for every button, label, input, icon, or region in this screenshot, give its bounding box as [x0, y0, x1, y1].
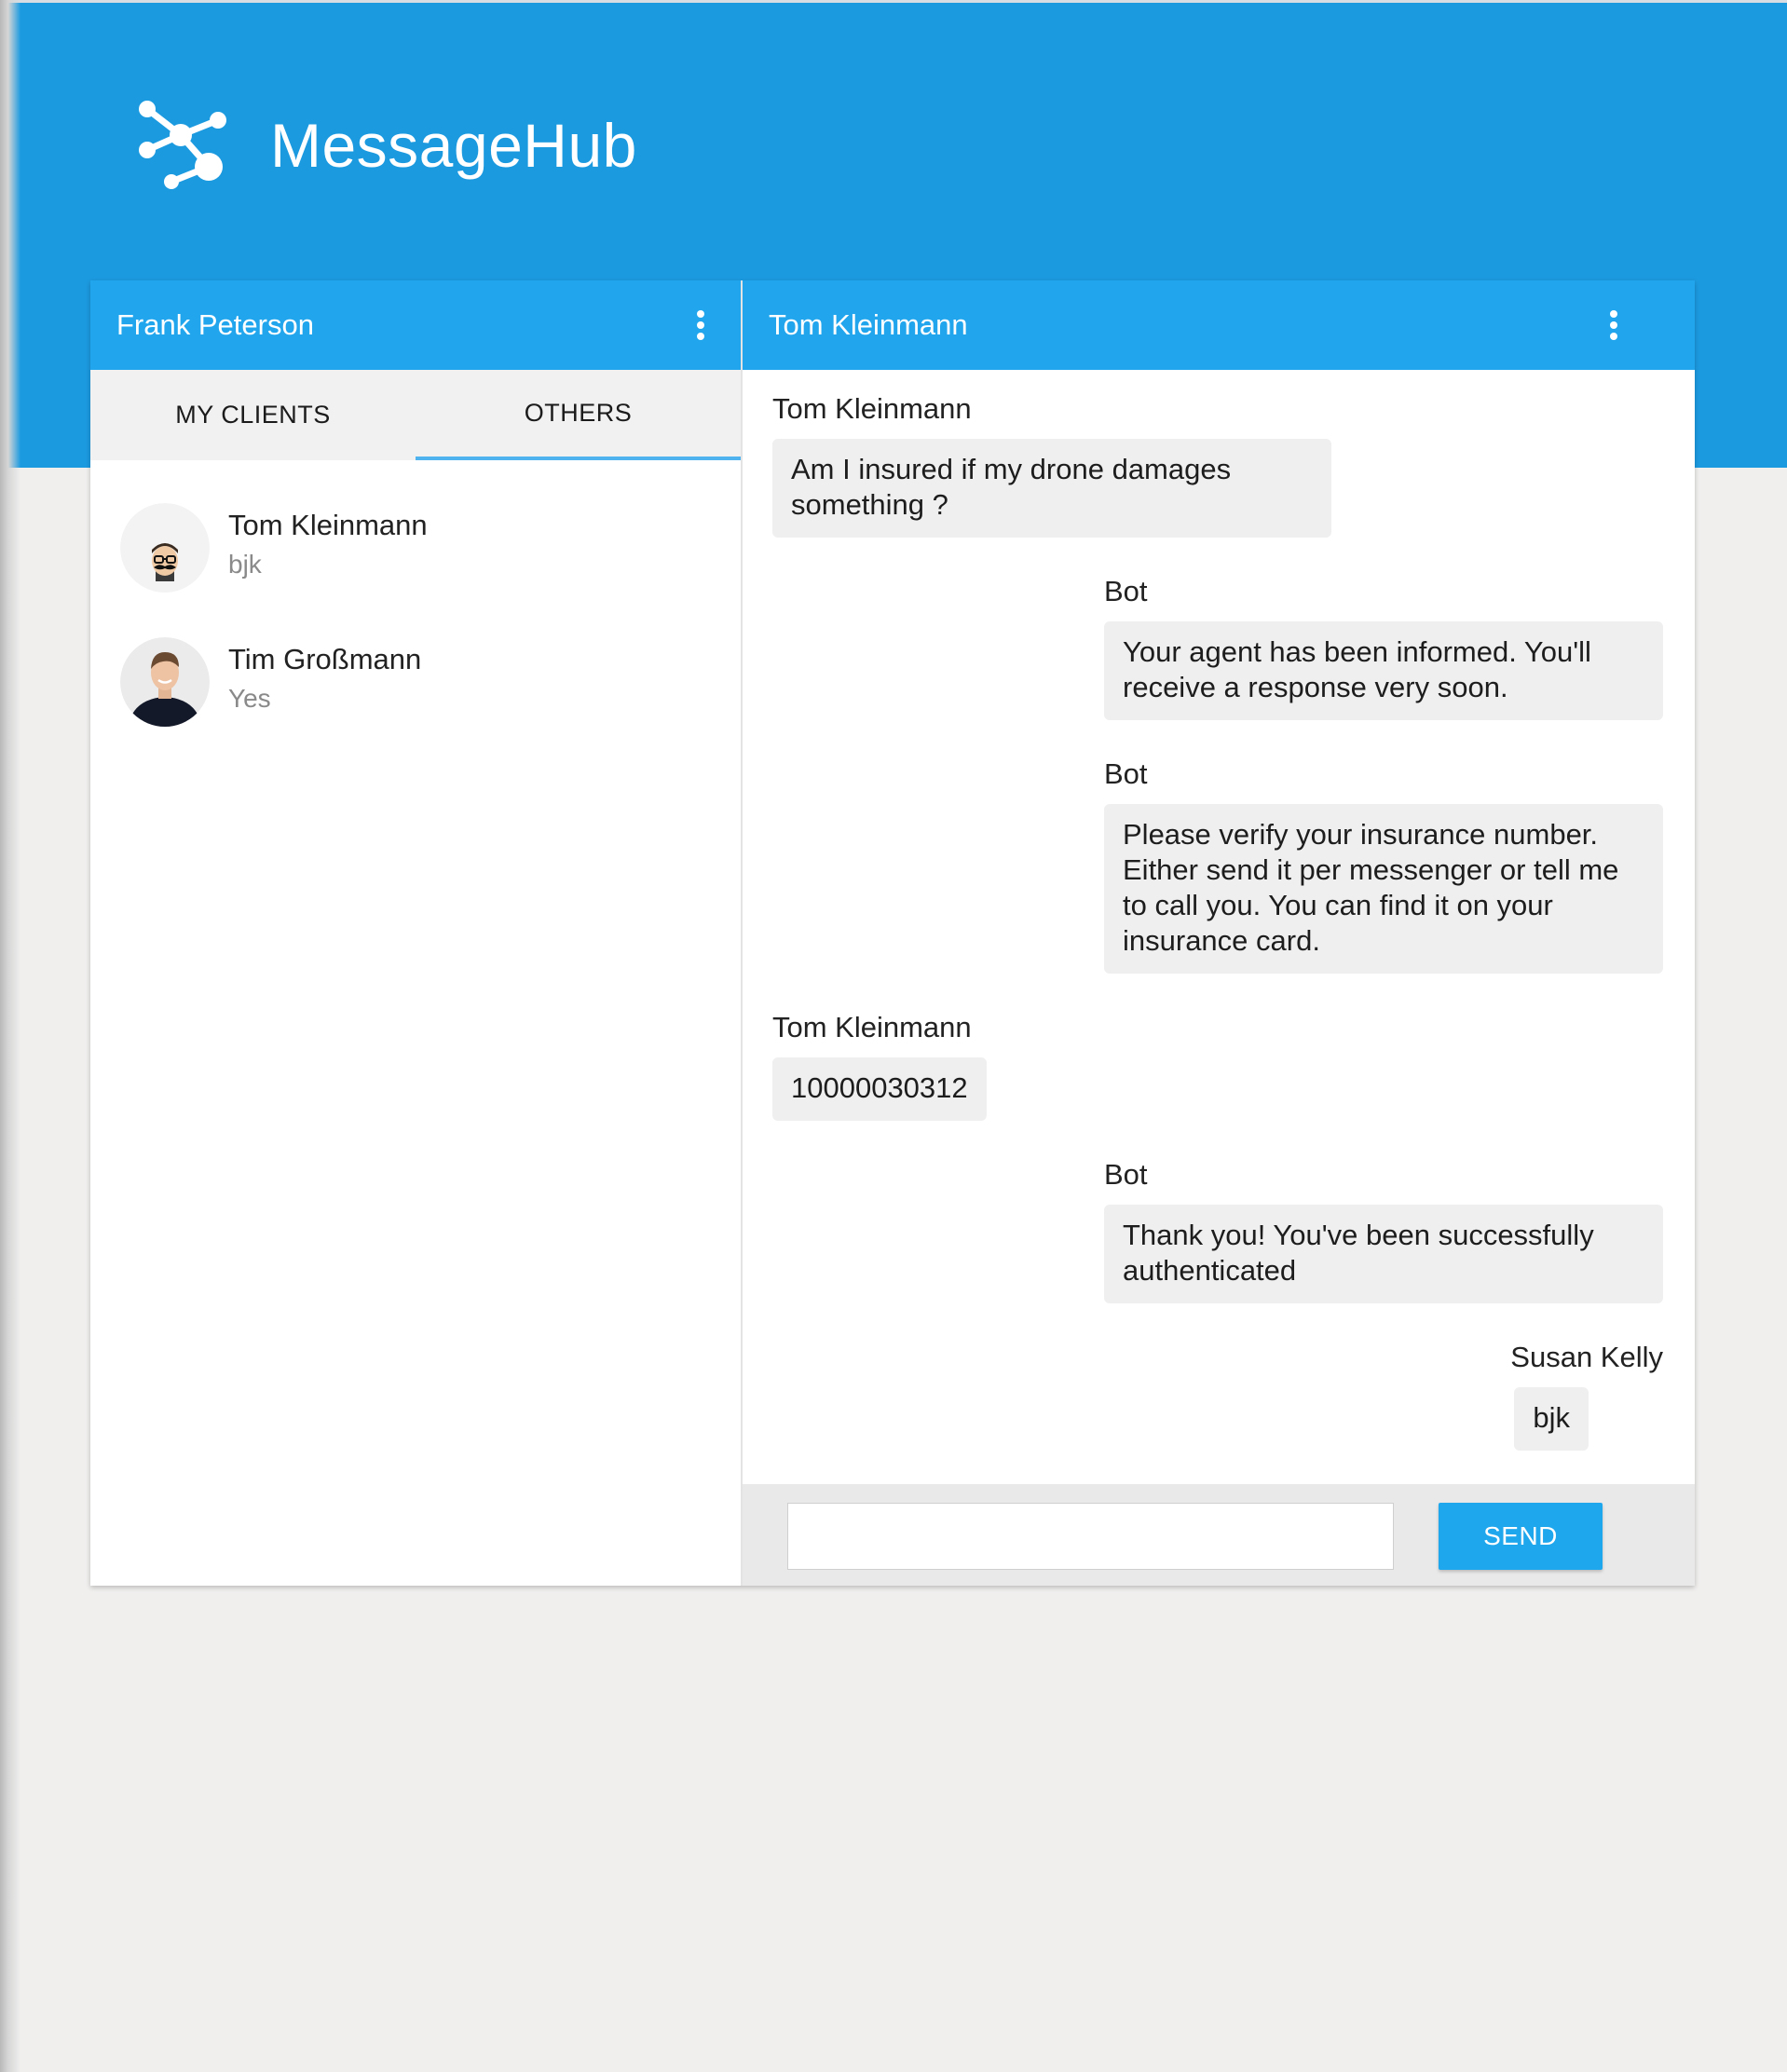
window-edge-shadow [0, 0, 20, 2072]
message-line: authenticated [1123, 1254, 1297, 1287]
message-line: Am I insured if my drone damages [791, 453, 1232, 485]
more-vert-icon[interactable] [1600, 307, 1628, 344]
client-name: Tom Kleinmann [228, 509, 428, 541]
message-line: 10000030312 [791, 1071, 968, 1104]
message-sender: Susan Kelly [1510, 1341, 1663, 1373]
message-line: Thank you! You've been successfully [1123, 1219, 1594, 1251]
message-sender: Bot [1104, 575, 1148, 607]
message: Bot Please verify your insurance number.… [1104, 756, 1663, 974]
client-last-message: Yes [228, 684, 271, 713]
message-input[interactable] [787, 1503, 1394, 1570]
avatar-mustache-icon [120, 503, 210, 593]
more-vert-icon[interactable] [687, 307, 715, 344]
message-sender: Bot [1104, 757, 1148, 790]
message-sender: Bot [1104, 1158, 1148, 1191]
chat-messages: Tom Kleinmann Am I insured if my drone d… [743, 370, 1695, 1484]
message: Bot Your agent has been informed. You'll… [1104, 573, 1663, 720]
message-bubble: Thank you! You've been successfully auth… [1104, 1205, 1663, 1303]
client-item-tim-grossmann[interactable]: Tim Großmann Yes [90, 637, 741, 771]
message-bubble: Your agent has been informed. You'll rec… [1104, 621, 1663, 720]
network-share-icon [139, 101, 226, 189]
message-sender: Tom Kleinmann [772, 1011, 972, 1043]
client-text: Tim Großmann Yes [228, 637, 421, 717]
agent-name: Frank Peterson [116, 308, 314, 341]
message-composer: SEND [743, 1484, 1695, 1586]
message: Tom Kleinmann Am I insured if my drone d… [772, 390, 1331, 538]
tab-my-clients[interactable]: MY CLIENTS [90, 370, 416, 460]
clients-pane: Frank Peterson MY CLIENTS OTHERS Tom Kle… [90, 280, 743, 1586]
app-title: MessageHub [270, 111, 637, 180]
chat-header: Tom Kleinmann [743, 280, 1695, 370]
message-sender: Tom Kleinmann [772, 392, 972, 425]
client-last-message: bjk [228, 550, 262, 579]
message-bubble: 10000030312 [772, 1057, 987, 1121]
message-line: something ? [791, 488, 948, 521]
message-bubble: Am I insured if my drone damages somethi… [772, 439, 1331, 538]
send-button[interactable]: SEND [1439, 1503, 1603, 1570]
client-name: Tim Großmann [228, 643, 422, 675]
message-bubble: Please verify your insurance number. Eit… [1104, 804, 1663, 974]
message-line: Your agent has been informed. You'll [1123, 635, 1591, 668]
message-line: Either send it per messenger or tell me [1123, 853, 1619, 886]
message-line: to call you. You can find it on your [1123, 889, 1553, 921]
message: Bot Thank you! You've been successfully … [1104, 1156, 1663, 1303]
client-list: Tom Kleinmann bjk Tim Großmann Yes [90, 460, 741, 771]
tab-others[interactable]: OTHERS [416, 370, 741, 460]
page: MessageHub Frank Peterson MY CLIENTS OTH… [0, 0, 1787, 2072]
brand: MessageHub [134, 94, 637, 197]
chat-pane: Tom Kleinmann Tom Kleinmann Am I insured… [743, 280, 1695, 1586]
message: Tom Kleinmann 10000030312 [772, 1009, 996, 1121]
message: Susan Kelly bjk [1477, 1339, 1663, 1451]
client-item-tom-kleinmann[interactable]: Tom Kleinmann bjk [90, 503, 741, 637]
message-line: Please verify your insurance number. [1123, 818, 1599, 851]
message-line: bjk [1533, 1401, 1570, 1434]
messenger-panel: Frank Peterson MY CLIENTS OTHERS Tom Kle… [90, 280, 1695, 1586]
chat-contact-name: Tom Kleinmann [769, 308, 968, 341]
message-line: insurance card. [1123, 924, 1320, 957]
client-text: Tom Kleinmann bjk [228, 503, 428, 583]
message-line: receive a response very soon. [1123, 671, 1508, 703]
message-bubble: bjk [1514, 1387, 1589, 1451]
avatar-photo-icon [120, 637, 210, 727]
agent-header: Frank Peterson [90, 280, 741, 370]
client-tabs: MY CLIENTS OTHERS [90, 370, 741, 460]
